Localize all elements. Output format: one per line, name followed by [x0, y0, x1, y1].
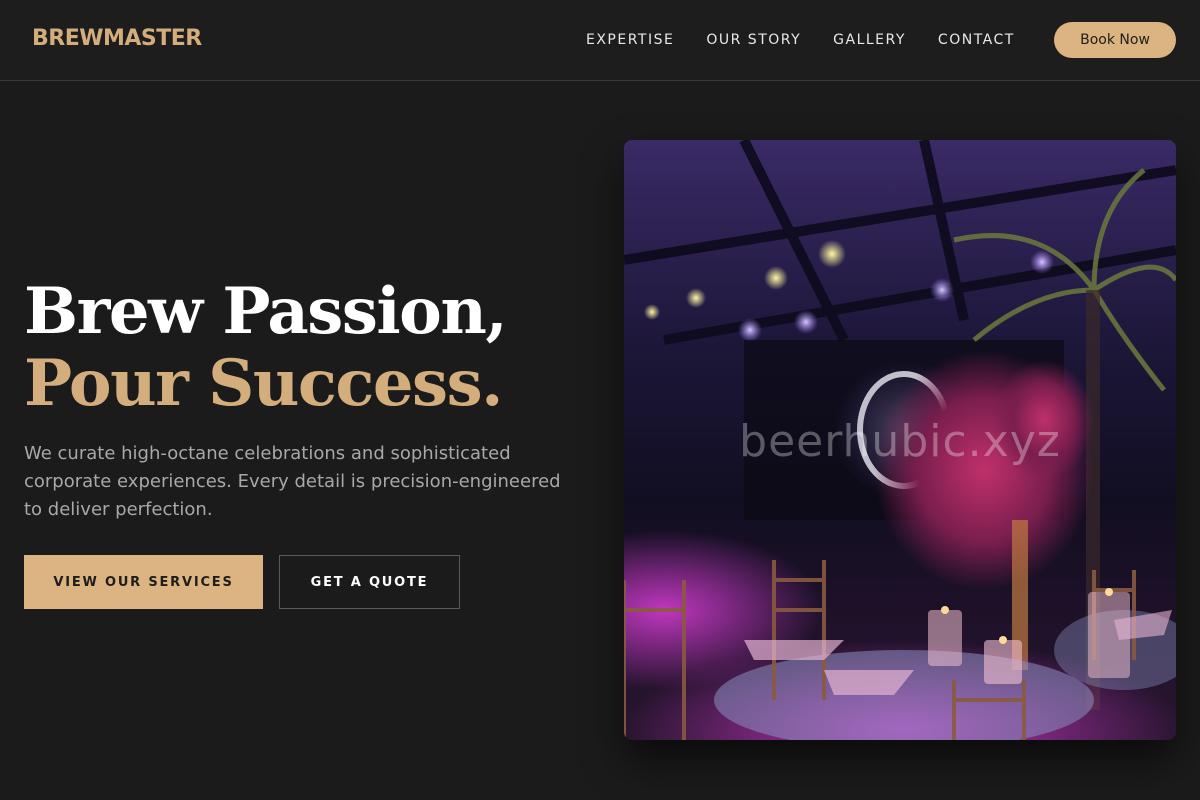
image-watermark: beerhubic.xyz	[739, 416, 1061, 467]
get-quote-button[interactable]: GET A QUOTE	[279, 555, 460, 609]
hero-title-line1: Brew Passion,	[24, 274, 508, 349]
nav-link-our-story[interactable]: OUR STORY	[706, 31, 801, 49]
brand-logo[interactable]: BREWMASTER	[32, 26, 202, 51]
hero-title-line2: Pour Success.	[24, 346, 503, 421]
event-venue-photo: beerhubic.xyz	[624, 140, 1176, 740]
view-services-button[interactable]: VIEW OUR SERVICES	[24, 555, 263, 609]
top-nav: BREWMASTER EXPERTISE OUR STORY GALLERY C…	[0, 0, 1200, 81]
book-now-button[interactable]: Book Now	[1054, 22, 1176, 58]
nav-link-gallery[interactable]: GALLERY	[833, 31, 906, 49]
nav-menu: EXPERTISE OUR STORY GALLERY CONTACT	[586, 31, 1015, 49]
hero-title: Brew Passion, Pour Success.	[24, 274, 508, 421]
nav-link-expertise[interactable]: EXPERTISE	[586, 31, 674, 49]
hero-description: We curate high-octane celebrations and s…	[24, 443, 561, 520]
nav-link-contact[interactable]: CONTACT	[938, 31, 1015, 49]
